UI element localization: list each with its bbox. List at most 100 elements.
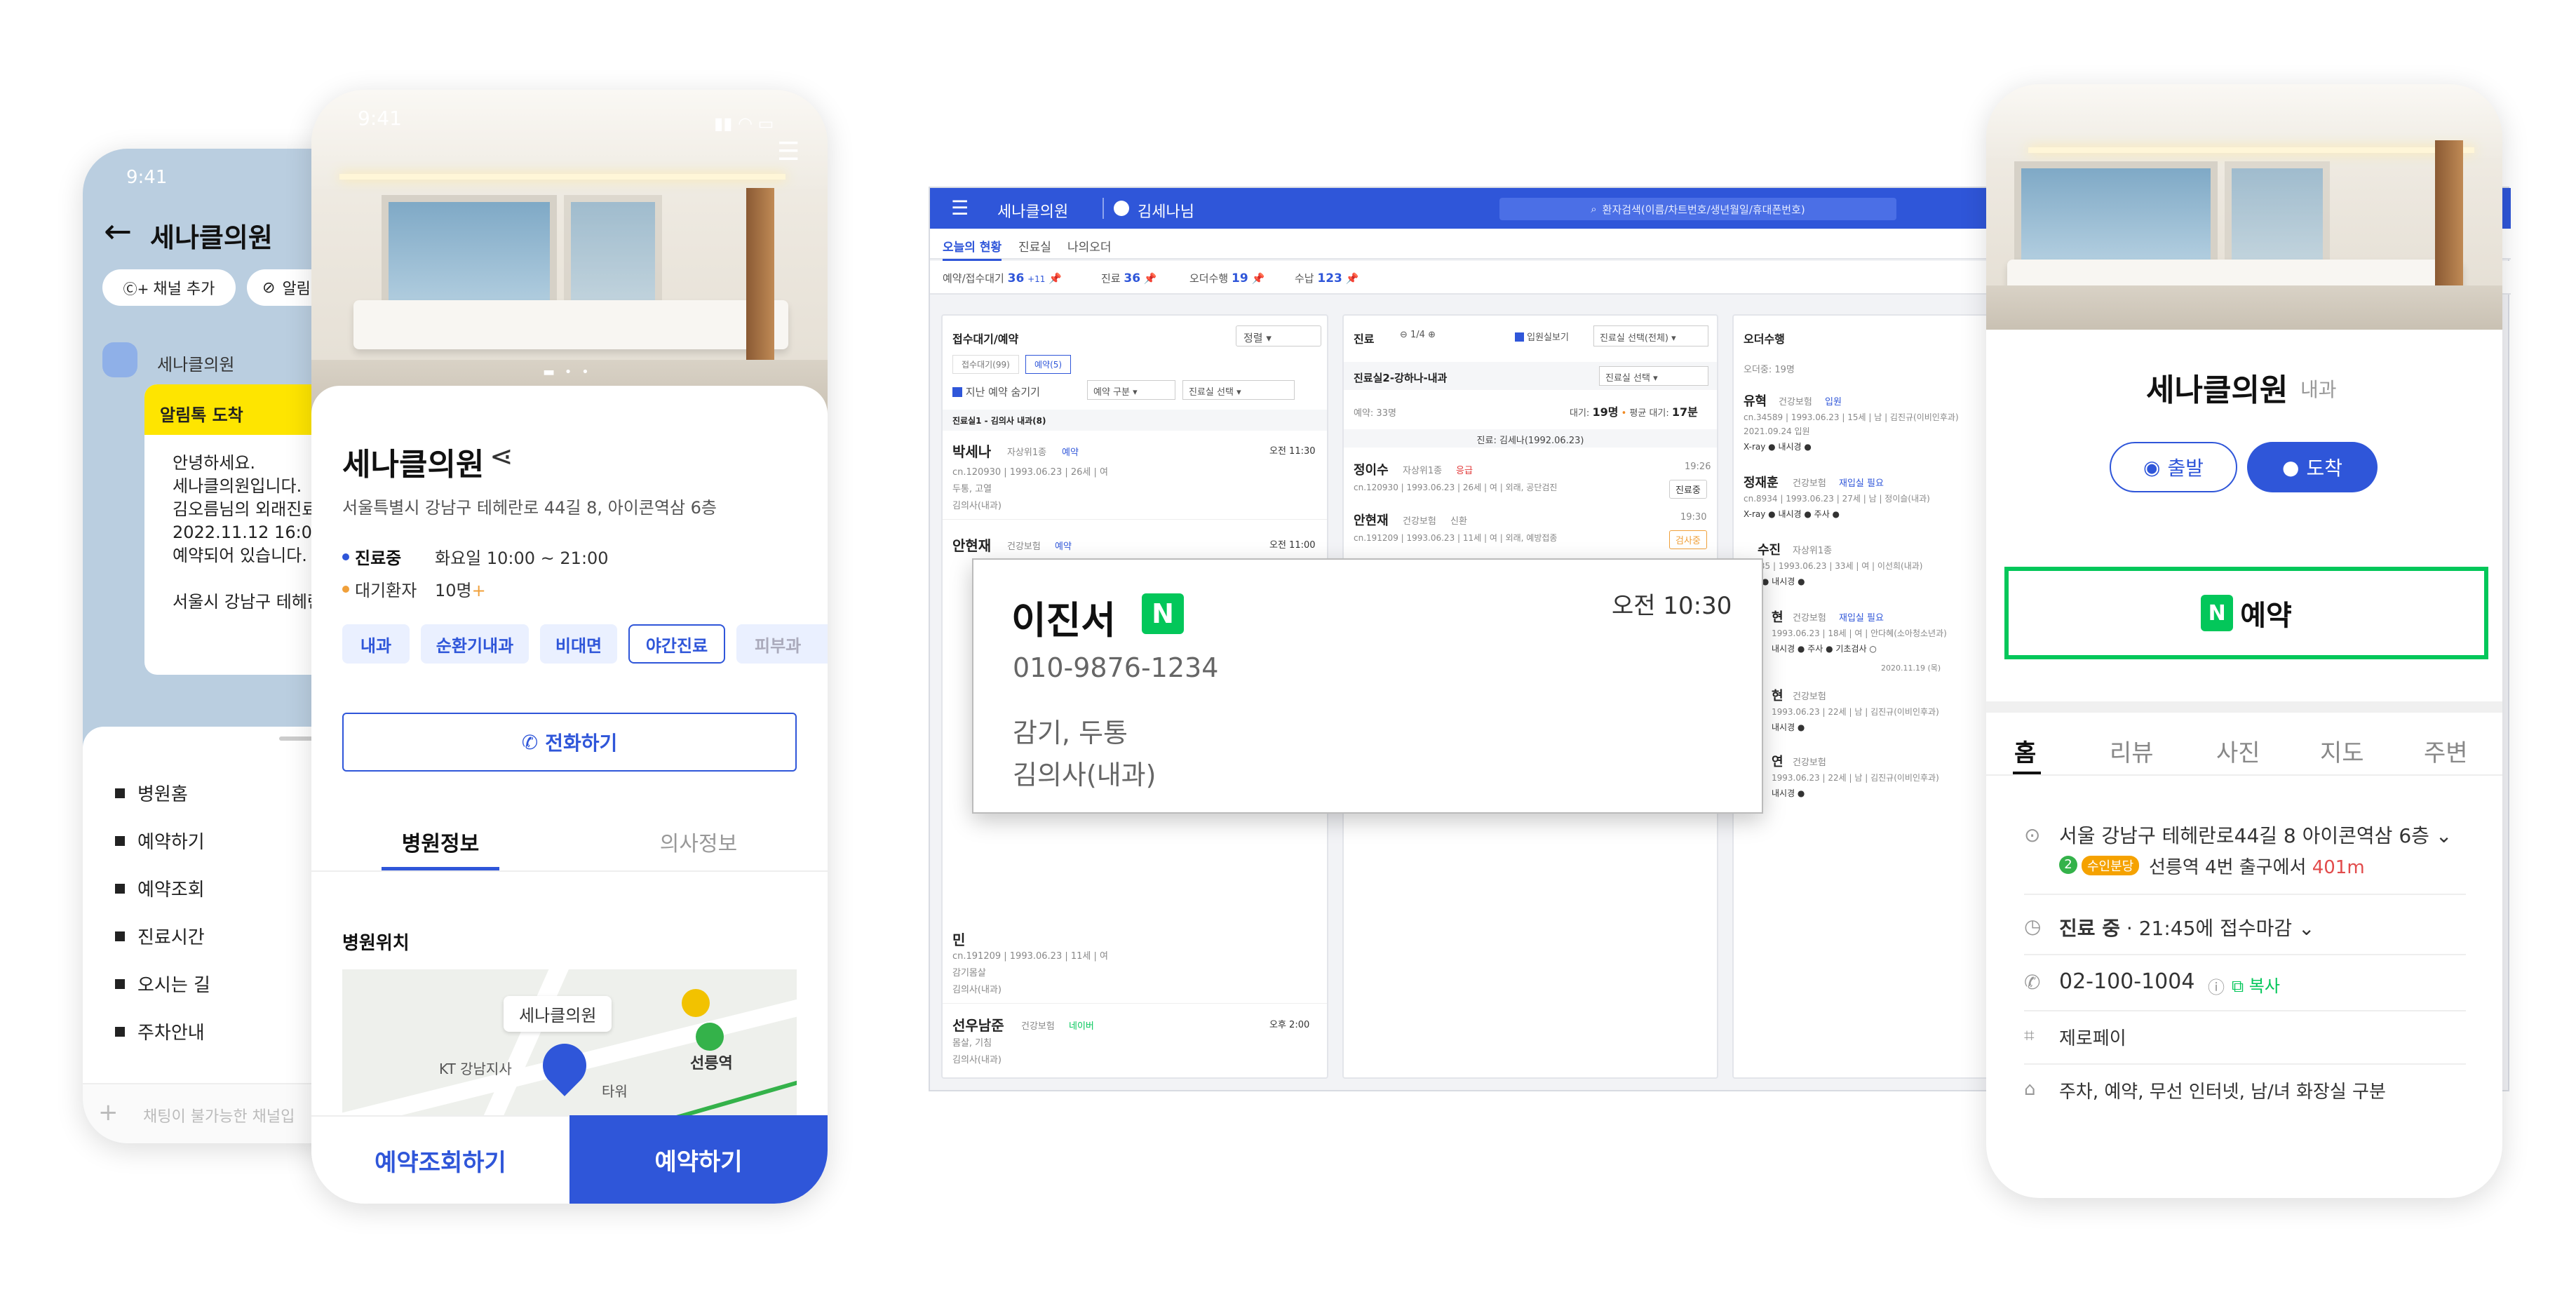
patient-name[interactable]: 안현재 [952,534,991,555]
menu-item-home[interactable]: 병원홈 [115,780,188,806]
filter-type[interactable]: 예약 구분 ▾ [1087,380,1175,400]
patient-info: 02335 | 1993.06.23 | 33세 | 여 | 이선희(내과) [1744,561,1923,571]
patient-name[interactable]: 정이수 [1354,460,1389,478]
tag-cardio[interactable]: 순환기내과 [421,624,529,664]
arrive-button[interactable]: ● 도착 [2247,442,2378,492]
tab-hospital-info[interactable]: 병원정보 [311,826,569,857]
tab-nearby[interactable]: 주변 [2424,734,2468,768]
hours-status: 진료 중 [2059,917,2121,940]
hide-past-checkbox[interactable]: 지난 예약 숨기기 [952,384,1040,399]
depart-button[interactable]: ◉ 출발 [2110,442,2237,492]
reserve-button[interactable]: N 예약 [2004,567,2488,659]
hamburger-icon[interactable]: ☰ [951,196,969,220]
hours-row[interactable]: 진료 중 · 21:45에 접수마감 ⌄ [2059,913,2315,941]
tab-doctor-info[interactable]: 의사정보 [569,826,828,857]
badge-letter: N [1152,598,1174,629]
patient-name[interactable]: 수진 [1758,540,1781,558]
column-orders: 오더수행 오더중: 19명 유혁 건강보험 입원 cn.34589 | 1993… [1732,314,2013,1079]
dash-user[interactable]: 김세나님 [1138,199,1194,222]
patient-name[interactable]: 선우남준 [952,1014,1004,1035]
status-button[interactable]: 검사중 [1669,530,1707,549]
naver-badge-icon: N [1142,593,1184,634]
menu-icon[interactable]: ☰ [777,137,800,166]
tab-map[interactable]: 지도 [2320,734,2364,768]
tab-today[interactable]: 오늘의 현황 [943,237,1002,261]
tab-photo[interactable]: 사진 [2216,734,2260,768]
tag-remote[interactable]: 비대면 [540,624,617,664]
menu-item-lookup[interactable]: 예약조회 [115,875,205,901]
reservation-lookup-button[interactable]: 예약조회하기 [311,1115,569,1204]
tab-my-order[interactable]: 나의오더 [1067,237,1112,255]
share-icon[interactable]: ⋖ [490,440,513,473]
stat-extra: +11 [1027,274,1046,284]
plus-icon[interactable]: + [98,1098,119,1126]
pager[interactable]: ⊖ 1/4 ⊕ [1400,330,1436,340]
phone-number[interactable]: 02-100-1004 [2059,969,2194,994]
info-icon[interactable]: ⓘ [2208,974,2225,998]
patient-name[interactable]: 정재훈 [1744,473,1779,491]
tab-review[interactable]: 리뷰 [2110,734,2154,768]
payment-text: 제로페이 [2059,1028,2126,1049]
reserve-button[interactable]: 예약하기 [569,1115,828,1204]
wait-label: 대기환자 [355,581,417,600]
patient-orders: X-ray ● 내시경 ● 주사 ● [1744,509,1840,519]
col-title: 접수대기/예약 [952,332,1019,346]
clinic-photo [1986,84,2502,330]
menu-item-hours[interactable]: 진료시간 [115,923,205,949]
clinic-name: 세나클의원 [342,447,485,483]
menu-label: 병원홈 [137,784,188,805]
patient-info: cn.34589 | 1993.06.23 | 15세 | 남 | 김진규(이비… [1744,412,1959,422]
tab-home[interactable]: 홈 [2014,734,2036,768]
patient-name[interactable]: 현 [1772,607,1783,626]
dash-brand: 세나클의원 [997,203,1069,221]
chat-input[interactable]: 채팅이 불가능한 채널입 [143,1104,295,1126]
status-button[interactable]: 진료중 [1669,480,1707,499]
filter-room[interactable]: 진료실 선택 ▾ [1182,380,1295,400]
chevron-down-icon: ⌄ [2298,917,2315,940]
copy-button[interactable]: ⧉ 복사 [2232,972,2280,997]
map-pin-icon[interactable] [534,1035,595,1096]
patient-name[interactable]: 민 [952,929,965,949]
plus-mark: + [471,581,486,600]
inpatient-checkbox[interactable]: 입원실보기 [1515,330,1569,343]
patient-orders: 내시경 ● [1772,788,1805,798]
page-number: 1/4 [1410,330,1425,340]
patient-name[interactable]: 안현재 [1354,511,1389,529]
col-title: 오더수행 [1744,332,1785,346]
patient-name[interactable]: 현 [1772,686,1783,704]
patient-name[interactable]: 연 [1772,752,1783,770]
add-channel-button[interactable]: Ⓒ+ 채널 추가 [102,269,236,306]
patient-search-input[interactable]: ⌕ 환자검색(이름/차트번호/생년월일/휴대폰번호) [1499,198,1896,220]
call-button[interactable]: ✆ 전화하기 [342,713,797,772]
sort-select[interactable]: 정렬 ▾ [1236,325,1321,346]
checkbox-icon [952,387,962,397]
room-filter[interactable]: 진료실 선택(전체) ▾ [1593,325,1708,346]
subtab-reserve[interactable]: 예약(5) [1025,355,1072,374]
tab-room[interactable]: 진료실 [1018,237,1051,255]
menu-item-parking[interactable]: 주차안내 [115,1018,205,1044]
patient-name[interactable]: 박세나 [952,440,991,461]
stat-value: 36 [1007,271,1025,285]
patient-doctor: 김의사(내과) [952,501,1002,511]
patient-info: 1993.06.23 | 18세 | 여 | 안다혜(소아청소년과) [1772,628,1947,638]
popup-time: 오전 10:30 [1612,592,1732,620]
naver-place-phone: 세나클의원 내과 ◉ 출발 ● 도착 N 예약 홈 리뷰 사진 지도 주변 ⊙ 서울… [1986,84,2502,1198]
add-channel-label: 채널 추가 [153,281,215,298]
room-select[interactable]: 진료실 선택 ▾ [1599,366,1708,386]
tag-internal[interactable]: 내과 [342,624,410,664]
reserve-label: 예약 [2240,600,2292,632]
subtab-waiting[interactable]: 접수대기(99) [952,355,1019,374]
arrive-label: 도착 [2306,457,2342,480]
menu-item-directions[interactable]: 오시는 길 [115,971,210,997]
menu-item-reserve[interactable]: 예약하기 [115,828,205,854]
alarm-label: 알림 [282,281,311,298]
reservation-popup[interactable]: 이진서 N 오전 10:30 010-9876-1234 감기, 두통 김의사(… [972,558,1763,814]
tag-derm[interactable]: 피부과 [736,624,828,664]
back-icon[interactable]: ← [104,212,132,251]
row-divider [2024,1063,2466,1065]
address-text[interactable]: 서울 강남구 테헤란로44길 8 아이콘역삼 6층 ⌄ [2059,821,2452,849]
calendar-icon: N [2201,595,2234,631]
patient-name[interactable]: 유혁 [1744,391,1767,410]
patient-badge: 예약 [1055,541,1072,552]
tag-night[interactable]: 야간진료 [628,624,725,664]
